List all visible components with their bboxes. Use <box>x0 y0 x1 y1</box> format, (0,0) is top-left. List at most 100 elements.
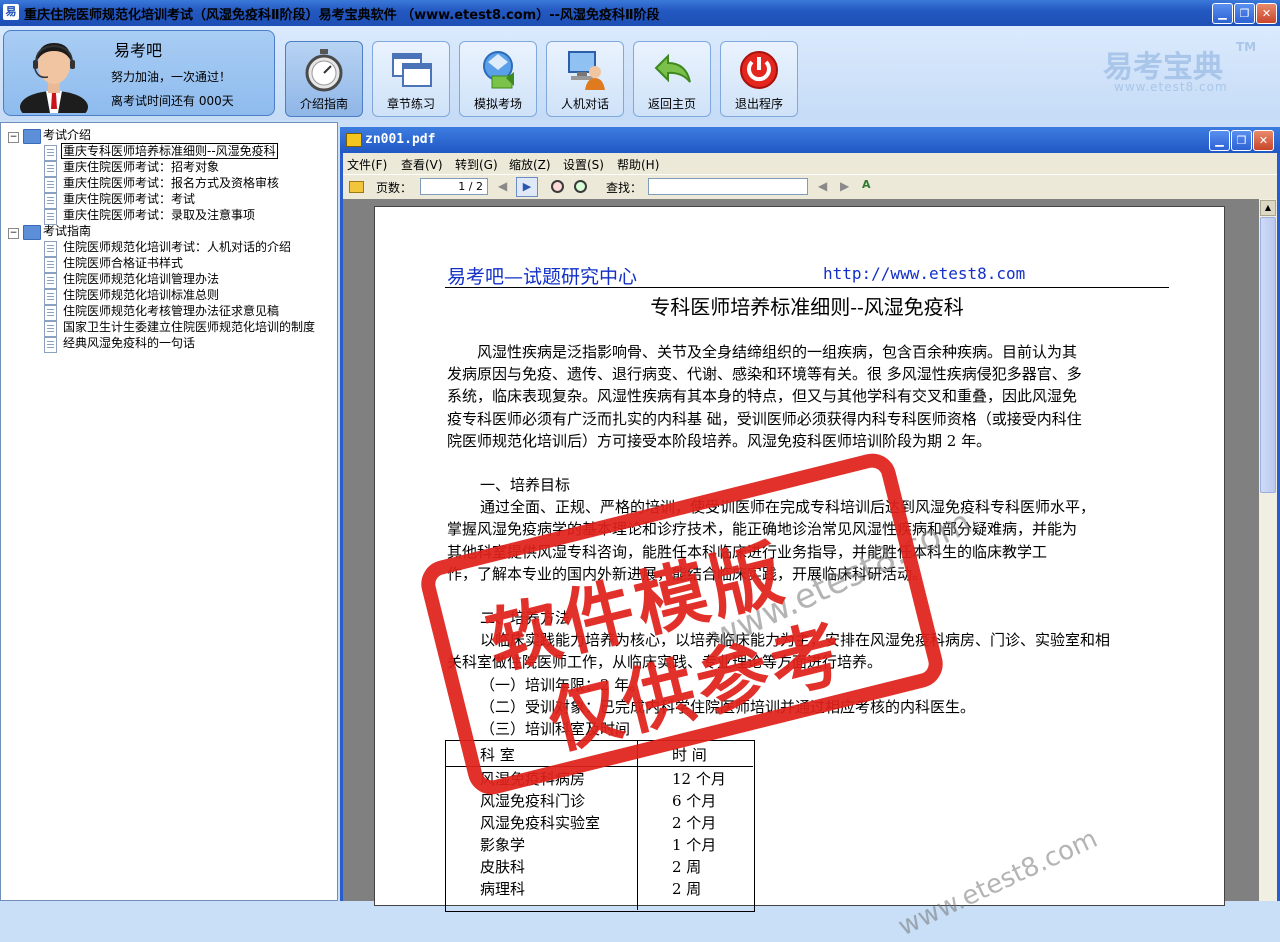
table-cell: 病理科 <box>480 880 526 898</box>
find-prev-icon[interactable]: ◀ <box>818 179 827 193</box>
menu-settings[interactable]: 设置(S) <box>563 156 604 173</box>
tree-item[interactable]: 住院医师合格证书样式 <box>63 255 183 271</box>
mock-exam-label: 模拟考场 <box>473 97 522 111</box>
tree-item[interactable]: 重庆住院医师考试：报名方式及资格审核 <box>63 175 279 191</box>
pdf-titlebar[interactable] <box>340 127 1280 153</box>
document-icon <box>44 241 57 257</box>
maximize-button[interactable]: ❐ <box>1234 3 1255 24</box>
table-cell: 2 个月 <box>672 814 717 832</box>
mock-exam-button[interactable]: 模拟考场 <box>459 41 537 117</box>
menu-file[interactable]: 文件(F) <box>347 156 387 173</box>
folder-icon <box>23 129 41 144</box>
menu-help[interactable]: 帮助(H) <box>617 156 659 173</box>
window-title: 重庆住院医师规范化培训考试（风湿免疫科Ⅱ阶段）易考宝典软件 （www.etest… <box>24 8 660 23</box>
chapter-practice-label: 章节练习 <box>386 97 435 111</box>
document-icon <box>44 289 57 305</box>
navigation-tree[interactable]: − 考试介绍 重庆专科医师培养标准细则--风湿免疫科 重庆住院医师考试：招考对象… <box>0 122 338 901</box>
intro-guide-label: 介绍指南 <box>299 97 348 111</box>
chapter-practice-button[interactable]: 章节练习 <box>372 41 450 117</box>
menu-goto[interactable]: 转到(G) <box>455 156 498 173</box>
minimize-button[interactable]: ▁ <box>1212 3 1233 24</box>
tree-item[interactable]: 重庆住院医师考试：录取及注意事项 <box>63 207 255 223</box>
tree-item[interactable]: 经典风湿免疫科的一句话 <box>63 335 195 351</box>
expand-toggle-intro[interactable]: − <box>8 132 19 143</box>
document-icon <box>44 257 57 273</box>
pdf-filename: zn001.pdf <box>365 132 436 147</box>
scroll-thumb[interactable] <box>1260 217 1276 493</box>
table-cell: 风湿免疫科实验室 <box>480 814 601 832</box>
doc-header-url: http://www.etest8.com <box>823 264 1026 283</box>
zoom-in-icon[interactable] <box>574 180 587 193</box>
pdf-file-icon <box>346 133 362 147</box>
menu-zoom[interactable]: 缩放(Z) <box>509 156 551 173</box>
doc-header-left: 易考吧—试题研究中心 <box>447 266 638 288</box>
exit-program-button[interactable]: 退出程序 <box>720 41 798 117</box>
close-button[interactable]: ✕ <box>1256 3 1277 24</box>
intro-guide-button[interactable]: 介绍指南 <box>285 41 363 117</box>
tree-item[interactable]: 住院医师规范化考核管理办法征求意见稿 <box>63 303 279 319</box>
tree-group-exam-intro[interactable]: 考试介绍 <box>43 127 91 143</box>
pdf-minimize-button[interactable]: ▁ <box>1209 130 1230 151</box>
page-number-input[interactable]: 1 / 2 <box>420 178 488 195</box>
document-icon <box>44 193 57 209</box>
computer-user-icon <box>568 51 605 90</box>
profile-name: 易考吧 <box>114 41 163 60</box>
find-next-icon[interactable]: ▶ <box>840 179 849 193</box>
document-icon <box>44 337 57 353</box>
app-icon: 易 <box>3 4 19 20</box>
scroll-up-arrow[interactable]: ▲ <box>1260 200 1276 216</box>
tree-item[interactable]: 住院医师规范化培训管理办法 <box>63 271 219 287</box>
prev-page-icon[interactable]: ◀ <box>498 179 507 193</box>
document-icon <box>44 145 57 161</box>
stopwatch-icon <box>305 49 343 92</box>
expand-toggle-guide[interactable]: − <box>8 228 19 239</box>
windows-icon <box>392 53 432 87</box>
pdf-close-button[interactable]: ✕ <box>1253 130 1274 151</box>
brand-trademark: TM <box>1236 40 1257 54</box>
table-cell: 2 周 <box>672 858 702 876</box>
pdf-maximize-button[interactable]: ❐ <box>1231 130 1252 151</box>
table-cell: 皮肤科 <box>480 858 526 876</box>
tree-item[interactable]: 住院医师规范化培训考试：人机对话的介绍 <box>63 239 291 255</box>
tree-item[interactable]: 住院医师规范化培训标准总则 <box>63 287 219 303</box>
header-rule <box>445 287 1169 288</box>
tree-group-exam-guide[interactable]: 考试指南 <box>43 223 91 239</box>
profile-motto: 努力加油，一次通过！ <box>111 70 232 84</box>
zoom-out-icon[interactable] <box>551 180 564 193</box>
tree-item[interactable]: 国家卫生计生委建立住院医师规范化培训的制度 <box>63 319 315 335</box>
tree-item[interactable]: 重庆住院医师考试：招考对象 <box>63 159 219 175</box>
find-label: 查找： <box>606 181 643 195</box>
table-cell: 1 个月 <box>672 836 717 854</box>
table-cell: 影象学 <box>480 836 526 854</box>
folder-icon <box>23 225 41 240</box>
return-arrow-icon <box>654 53 691 83</box>
man-machine-dialogue-button[interactable]: 人机对话 <box>546 41 624 117</box>
man-machine-dialogue-label: 人机对话 <box>560 97 609 111</box>
power-icon <box>740 51 778 89</box>
exam-icon <box>483 51 514 89</box>
return-home-label: 返回主页 <box>647 97 696 111</box>
next-page-icon[interactable]: ▶ <box>516 177 538 197</box>
table-cell: 12 个月 <box>672 770 726 788</box>
document-icon <box>44 273 57 289</box>
tree-item-selected[interactable]: 重庆专科医师培养标准细则--风湿免疫科 <box>61 143 278 159</box>
exam-countdown: 离考试时间还有 000天 <box>111 94 234 108</box>
document-icon <box>44 177 57 193</box>
return-home-button[interactable]: 返回主页 <box>633 41 711 117</box>
menu-view[interactable]: 查看(V) <box>401 156 443 173</box>
match-case-icon[interactable]: A <box>862 178 871 191</box>
find-input[interactable] <box>648 178 808 195</box>
exit-program-label: 退出程序 <box>734 97 783 111</box>
table-cell: 2 周 <box>672 880 702 898</box>
page-label: 页数： <box>376 181 413 195</box>
user-profile-panel: 易考吧 努力加油，一次通过！ 离考试时间还有 000天 <box>3 30 275 116</box>
brand-url: www.etest8.com <box>1114 80 1228 94</box>
doc-title: 专科医师培养标准细则--风湿免疫科 <box>650 295 964 319</box>
table-cell: 6 个月 <box>672 792 717 810</box>
open-folder-icon[interactable] <box>349 181 364 193</box>
doc-paragraph-1: 风湿性疾病是泛指影响骨、关节及全身结缔组织的一组疾病，包含百余种疾病。目前认为其… <box>447 343 1082 450</box>
avatar <box>20 43 88 113</box>
document-icon <box>44 305 57 321</box>
tree-item[interactable]: 重庆住院医师考试：考试 <box>63 191 195 207</box>
document-icon <box>44 161 57 177</box>
